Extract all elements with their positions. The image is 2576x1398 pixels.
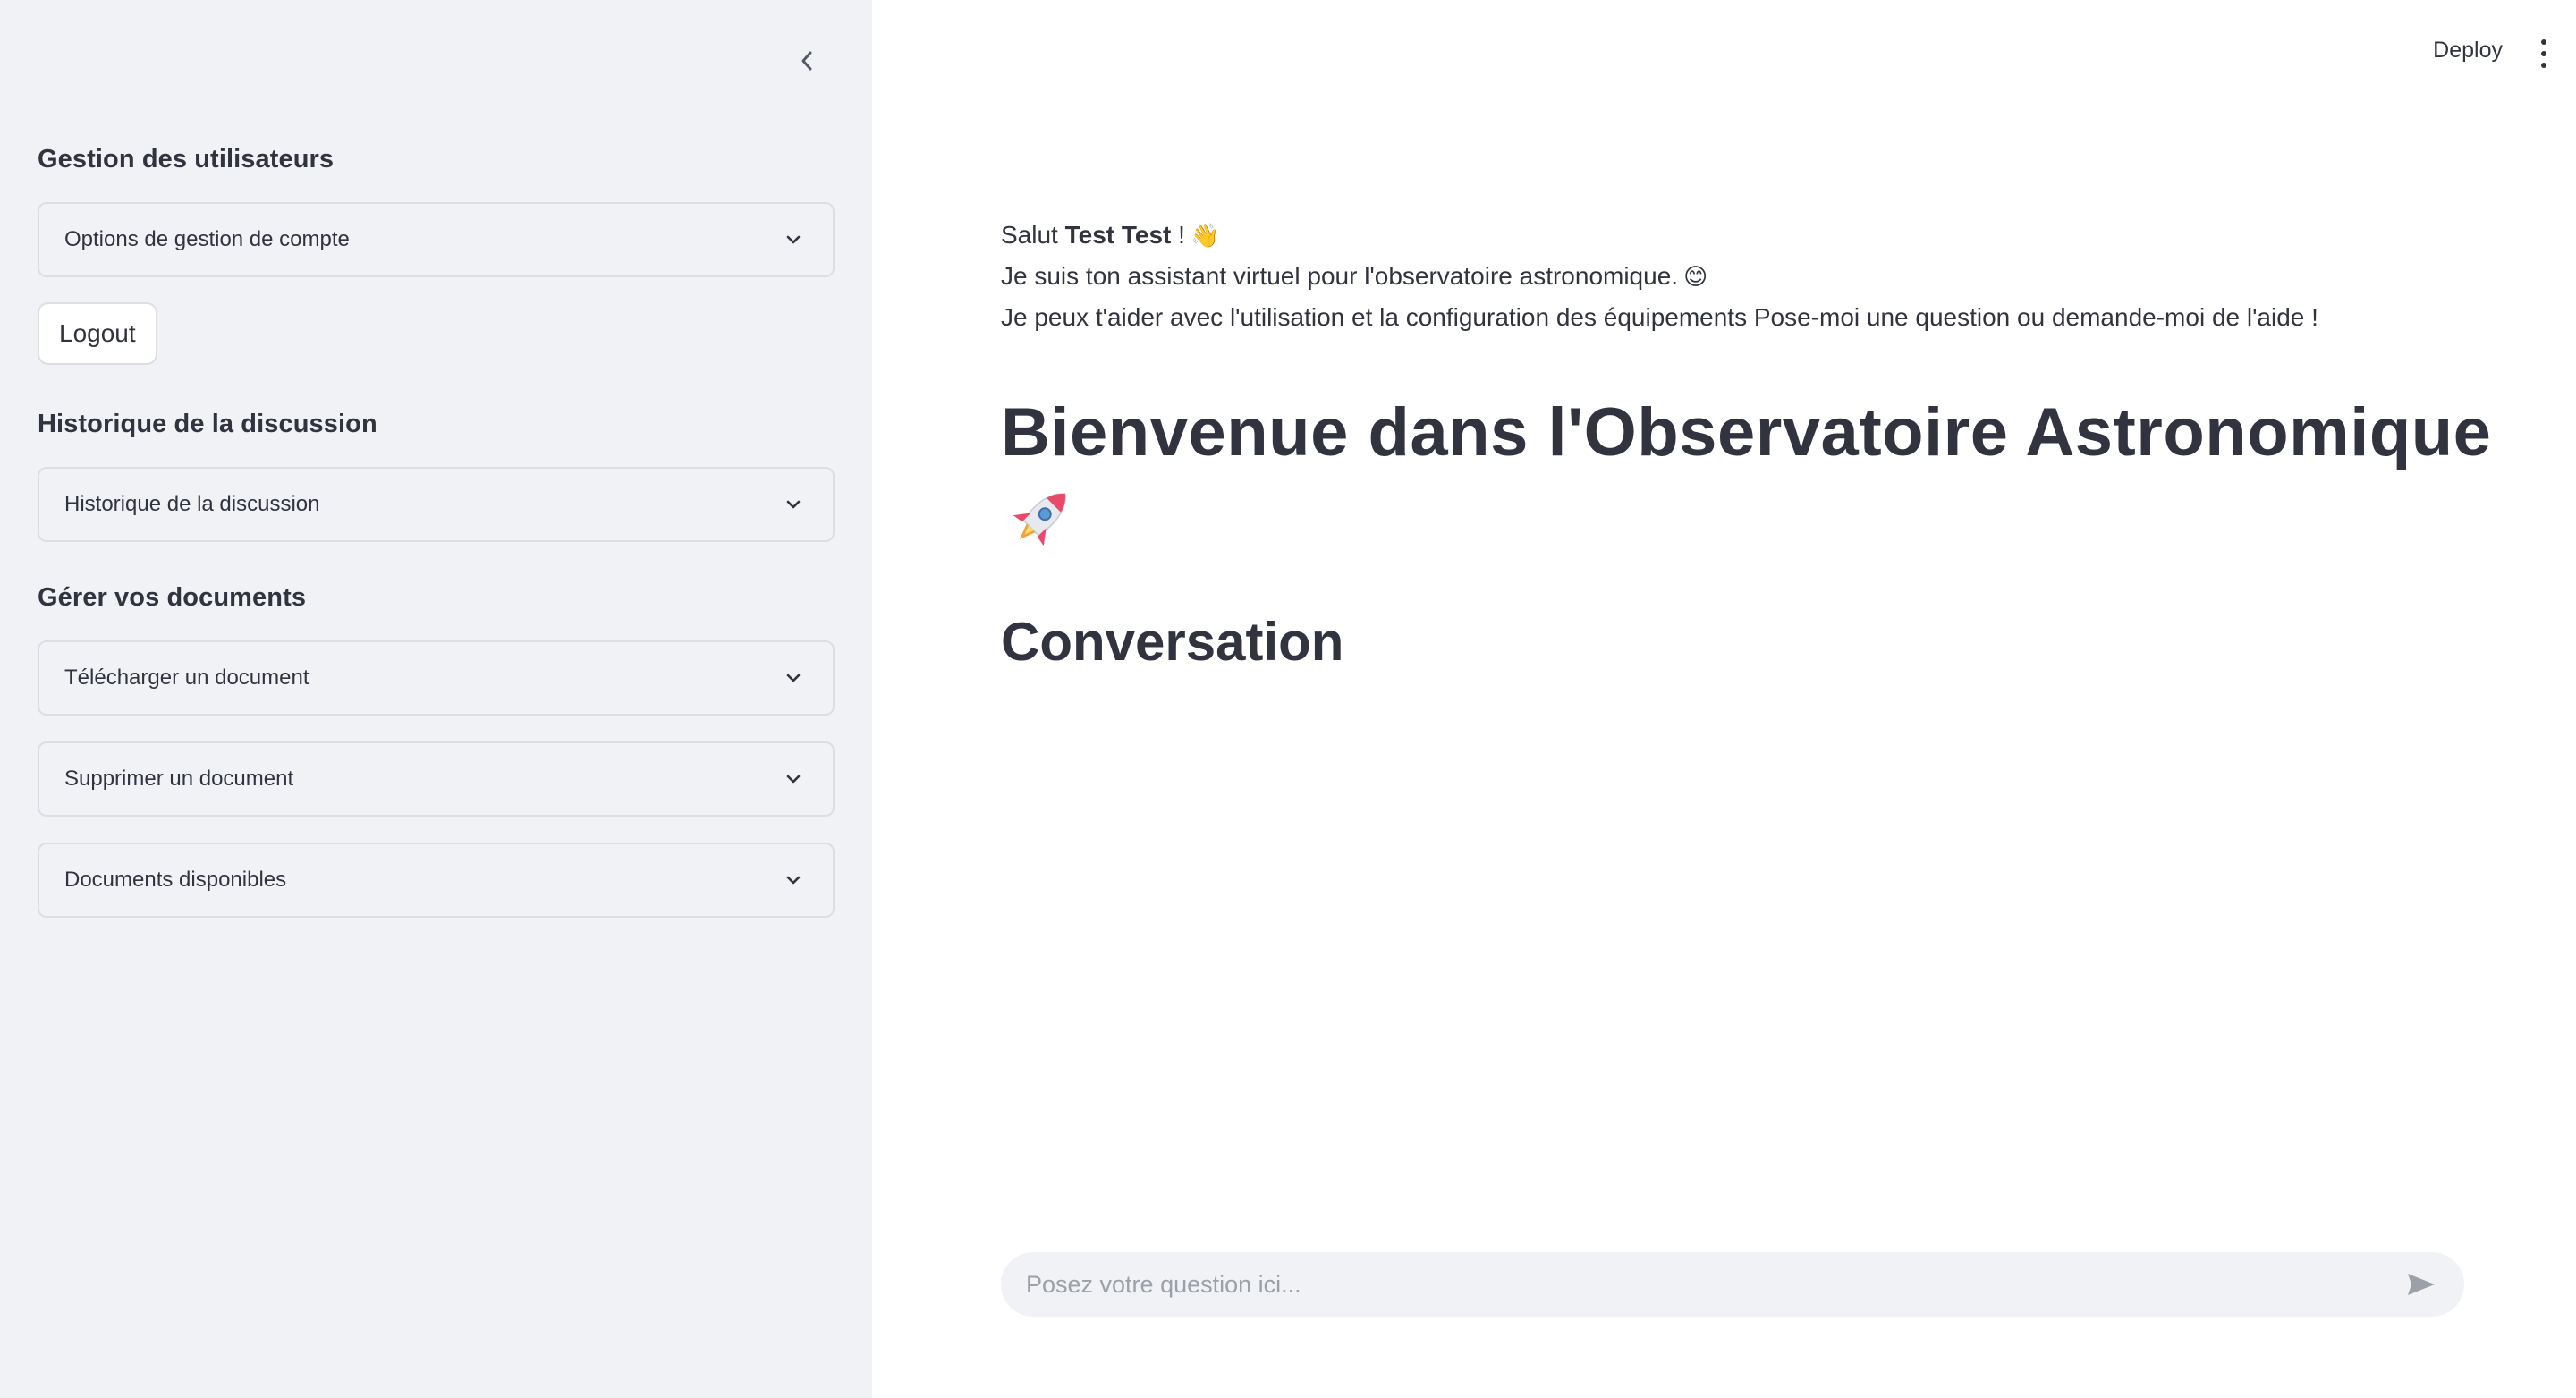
- logout-button[interactable]: Logout: [38, 302, 157, 365]
- expander-label: Supprimer un document: [64, 767, 294, 791]
- app: Gestion des utilisateurs Options de gest…: [0, 0, 2576, 1398]
- expander-label: Historique de la discussion: [64, 492, 320, 516]
- greeting-message: Salut Test Test ! 👋 Je suis ton assistant…: [1001, 215, 2521, 338]
- chevron-down-icon: [781, 767, 806, 792]
- main-content: Salut Test Test ! 👋 Je suis ton assistant…: [1001, 215, 2521, 674]
- chevron-down-icon: [781, 665, 806, 691]
- sidebar-content: Gestion des utilisateurs Options de gest…: [38, 138, 835, 918]
- section-heading-chat-history: Historique de la discussion: [38, 410, 377, 438]
- chevron-left-icon: [801, 51, 812, 71]
- greeting-line-2-text: Je suis ton assistant virtuel pour l'obs…: [1001, 262, 1679, 290]
- smile-icon: 😊: [1683, 263, 1708, 290]
- expander-account-options[interactable]: Options de gestion de compte: [38, 202, 835, 277]
- send-button[interactable]: [2403, 1267, 2439, 1302]
- wave-icon: 👋: [1190, 222, 1220, 249]
- rocket-icon: [1013, 493, 1066, 546]
- expander-label: Documents disponibles: [64, 868, 287, 892]
- greeting-prefix: Salut: [1001, 221, 1065, 249]
- chat-input-bar: [1001, 1252, 2464, 1317]
- main-area: Deploy Salut Test Test ! 👋 Je suis ton as…: [872, 0, 2576, 1398]
- expander-available-documents[interactable]: Documents disponibles: [38, 843, 835, 918]
- expander-chat-history[interactable]: Historique de la discussion: [38, 467, 835, 542]
- user-name: Test Test: [1064, 221, 1172, 249]
- expander-label: Télécharger un document: [64, 665, 309, 690]
- chevron-down-icon: [781, 492, 806, 517]
- greeting-line-1: Salut Test Test ! 👋: [1001, 215, 2521, 256]
- greeting-line-3: Je peux t'aider avec l'utilisation et la…: [1001, 303, 2318, 331]
- conversation-heading: Conversation: [1001, 612, 1344, 672]
- send-icon: [2408, 1274, 2435, 1295]
- expander-label: Options de gestion de compte: [64, 227, 350, 251]
- sidebar: Gestion des utilisateurs Options de gest…: [0, 0, 872, 1398]
- deploy-button[interactable]: Deploy: [2433, 38, 2503, 64]
- greeting-suffix: !: [1171, 221, 1185, 249]
- chevron-down-icon: [781, 868, 806, 893]
- greeting-line-2: Je suis ton assistant virtuel pour l'obs…: [1001, 256, 2521, 297]
- section-heading-documents: Gérer vos documents: [38, 583, 307, 612]
- page-title: Bienvenue dans l'Observatoire Astronomiq…: [1001, 394, 2492, 470]
- chevron-down-icon: [781, 227, 806, 252]
- main-menu-icon[interactable]: [2535, 39, 2553, 68]
- chat-input[interactable]: [1026, 1270, 2403, 1299]
- expander-upload-document[interactable]: Télécharger un document: [38, 640, 835, 716]
- collapse-sidebar-button[interactable]: [789, 43, 825, 79]
- expander-delete-document[interactable]: Supprimer un document: [38, 741, 835, 817]
- section-heading-user-management: Gestion des utilisateurs: [38, 145, 335, 174]
